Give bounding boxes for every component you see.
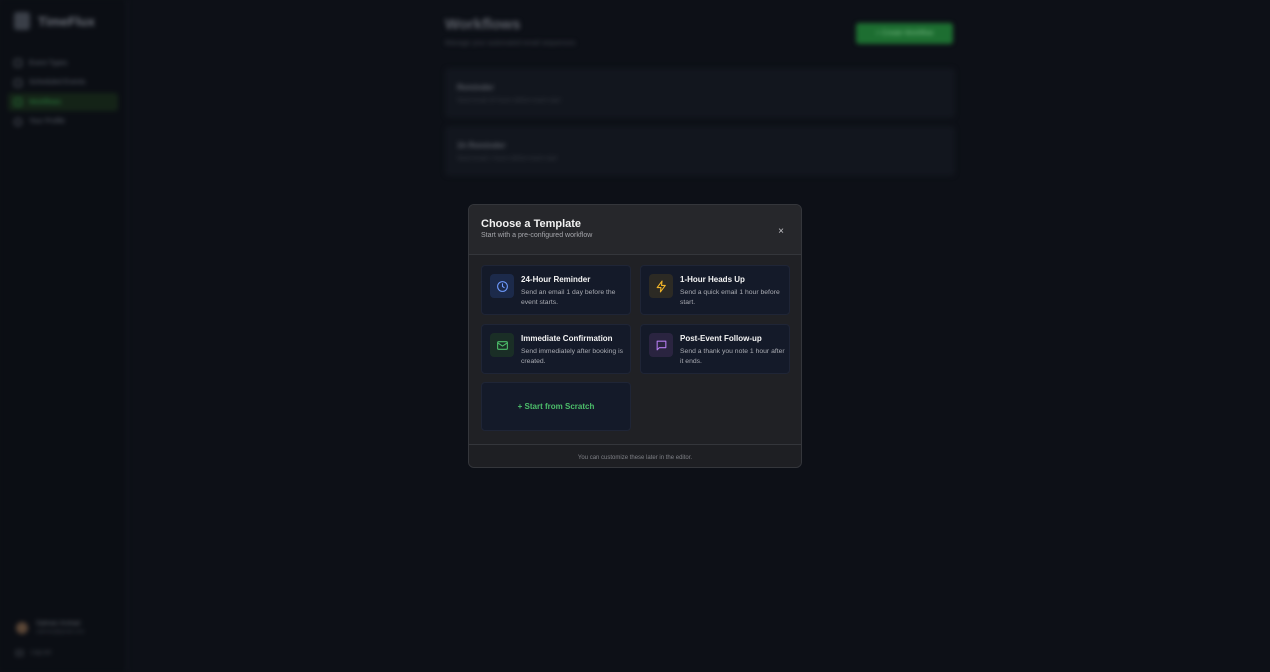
logout-label: Log out [31, 650, 52, 656]
calendar-icon [14, 59, 22, 67]
user-card[interactable]: Salman Arshad salman@gmail.com [16, 620, 84, 635]
workflow-card[interactable]: 1h Reminder Send email 1 hours before ev… [445, 126, 955, 176]
sidebar-item-label: Your Profile [29, 118, 65, 125]
template-24-hour-reminder[interactable]: 24-Hour Reminder Send an email 1 day bef… [481, 265, 631, 315]
logo-icon [14, 12, 30, 30]
workflow-title: 1h Reminder [457, 141, 506, 150]
workflow-card[interactable]: Reminder Send email 24 hours before even… [445, 68, 955, 118]
logout-icon [16, 650, 23, 656]
brand: TimeFlux [14, 12, 95, 30]
logout-button[interactable]: Log out [16, 650, 51, 656]
avatar [16, 621, 28, 634]
modal-footer: You can customize these later in the edi… [469, 444, 801, 467]
sidebar-item-profile[interactable]: Your Profile [8, 113, 118, 131]
sidebar-item-event-types[interactable]: Event Types [8, 54, 118, 72]
template-desc: Send a thank you note 1 hour after it en… [680, 348, 785, 365]
footer-note: You can customize these later in the edi… [577, 454, 693, 461]
sidebar-item-workflows[interactable]: Workflows [8, 93, 118, 111]
template-1-hour-heads-up[interactable]: 1-Hour Heads Up Send a quick email 1 hou… [640, 265, 790, 315]
start-from-scratch-label: + Start from Scratch [517, 402, 595, 411]
modal-subtitle: Start with a pre-configured workflow [481, 232, 593, 239]
workflow-title: Reminder [457, 83, 494, 92]
template-desc: Send an email 1 day before the event sta… [521, 289, 616, 306]
sidebar-item-scheduled-events[interactable]: Scheduled Events [8, 74, 118, 92]
modal-title: Choose a Template [481, 218, 582, 230]
user-email: salman@gmail.com [36, 629, 85, 635]
workflow-icon [14, 98, 22, 106]
calendar-check-icon [14, 78, 22, 87]
page-title: Workflows [445, 16, 521, 33]
sidebar-item-label: Scheduled Events [29, 79, 86, 86]
mail-icon [490, 333, 514, 357]
create-workflow-button[interactable]: + Create Workflow [856, 23, 953, 44]
template-title: Post-Event Follow-up [680, 334, 762, 343]
sidebar-item-label: Workflows [29, 98, 62, 106]
workflow-desc: Send email 24 hours before event start [457, 98, 561, 104]
clock-icon [490, 274, 514, 298]
template-title: Immediate Confirmation [521, 334, 613, 343]
template-title: 24-Hour Reminder [521, 275, 591, 284]
template-modal: Choose a Template Start with a pre-confi… [468, 204, 802, 468]
lightning-icon [649, 274, 673, 298]
template-desc: Send immediately after booking is create… [521, 348, 624, 365]
template-immediate-confirmation[interactable]: Immediate Confirmation Send immediately … [481, 324, 631, 374]
template-desc: Send a quick email 1 hour before start. [680, 289, 780, 306]
sidebar: TimeFlux Event Types Scheduled Events Wo… [0, 0, 127, 672]
message-icon [649, 333, 673, 357]
page-subtitle: Manage your automated email sequences [445, 40, 576, 47]
template-post-event-follow-up[interactable]: Post-Event Follow-up Send a thank you no… [640, 324, 790, 374]
user-icon [14, 117, 22, 126]
sidebar-nav: Event Types Scheduled Events Workflows Y… [8, 54, 118, 132]
modal-header: Choose a Template Start with a pre-confi… [469, 205, 801, 255]
start-from-scratch-button[interactable]: + Start from Scratch [481, 382, 631, 431]
template-title: 1-Hour Heads Up [680, 275, 745, 284]
workflow-desc: Send email 1 hours before event start [457, 156, 558, 162]
close-icon: × [778, 225, 784, 237]
close-button[interactable]: × [773, 223, 789, 239]
user-name: Salman Arshad [36, 620, 81, 627]
sidebar-item-label: Event Types [29, 59, 68, 67]
brand-name: TimeFlux [38, 13, 95, 29]
